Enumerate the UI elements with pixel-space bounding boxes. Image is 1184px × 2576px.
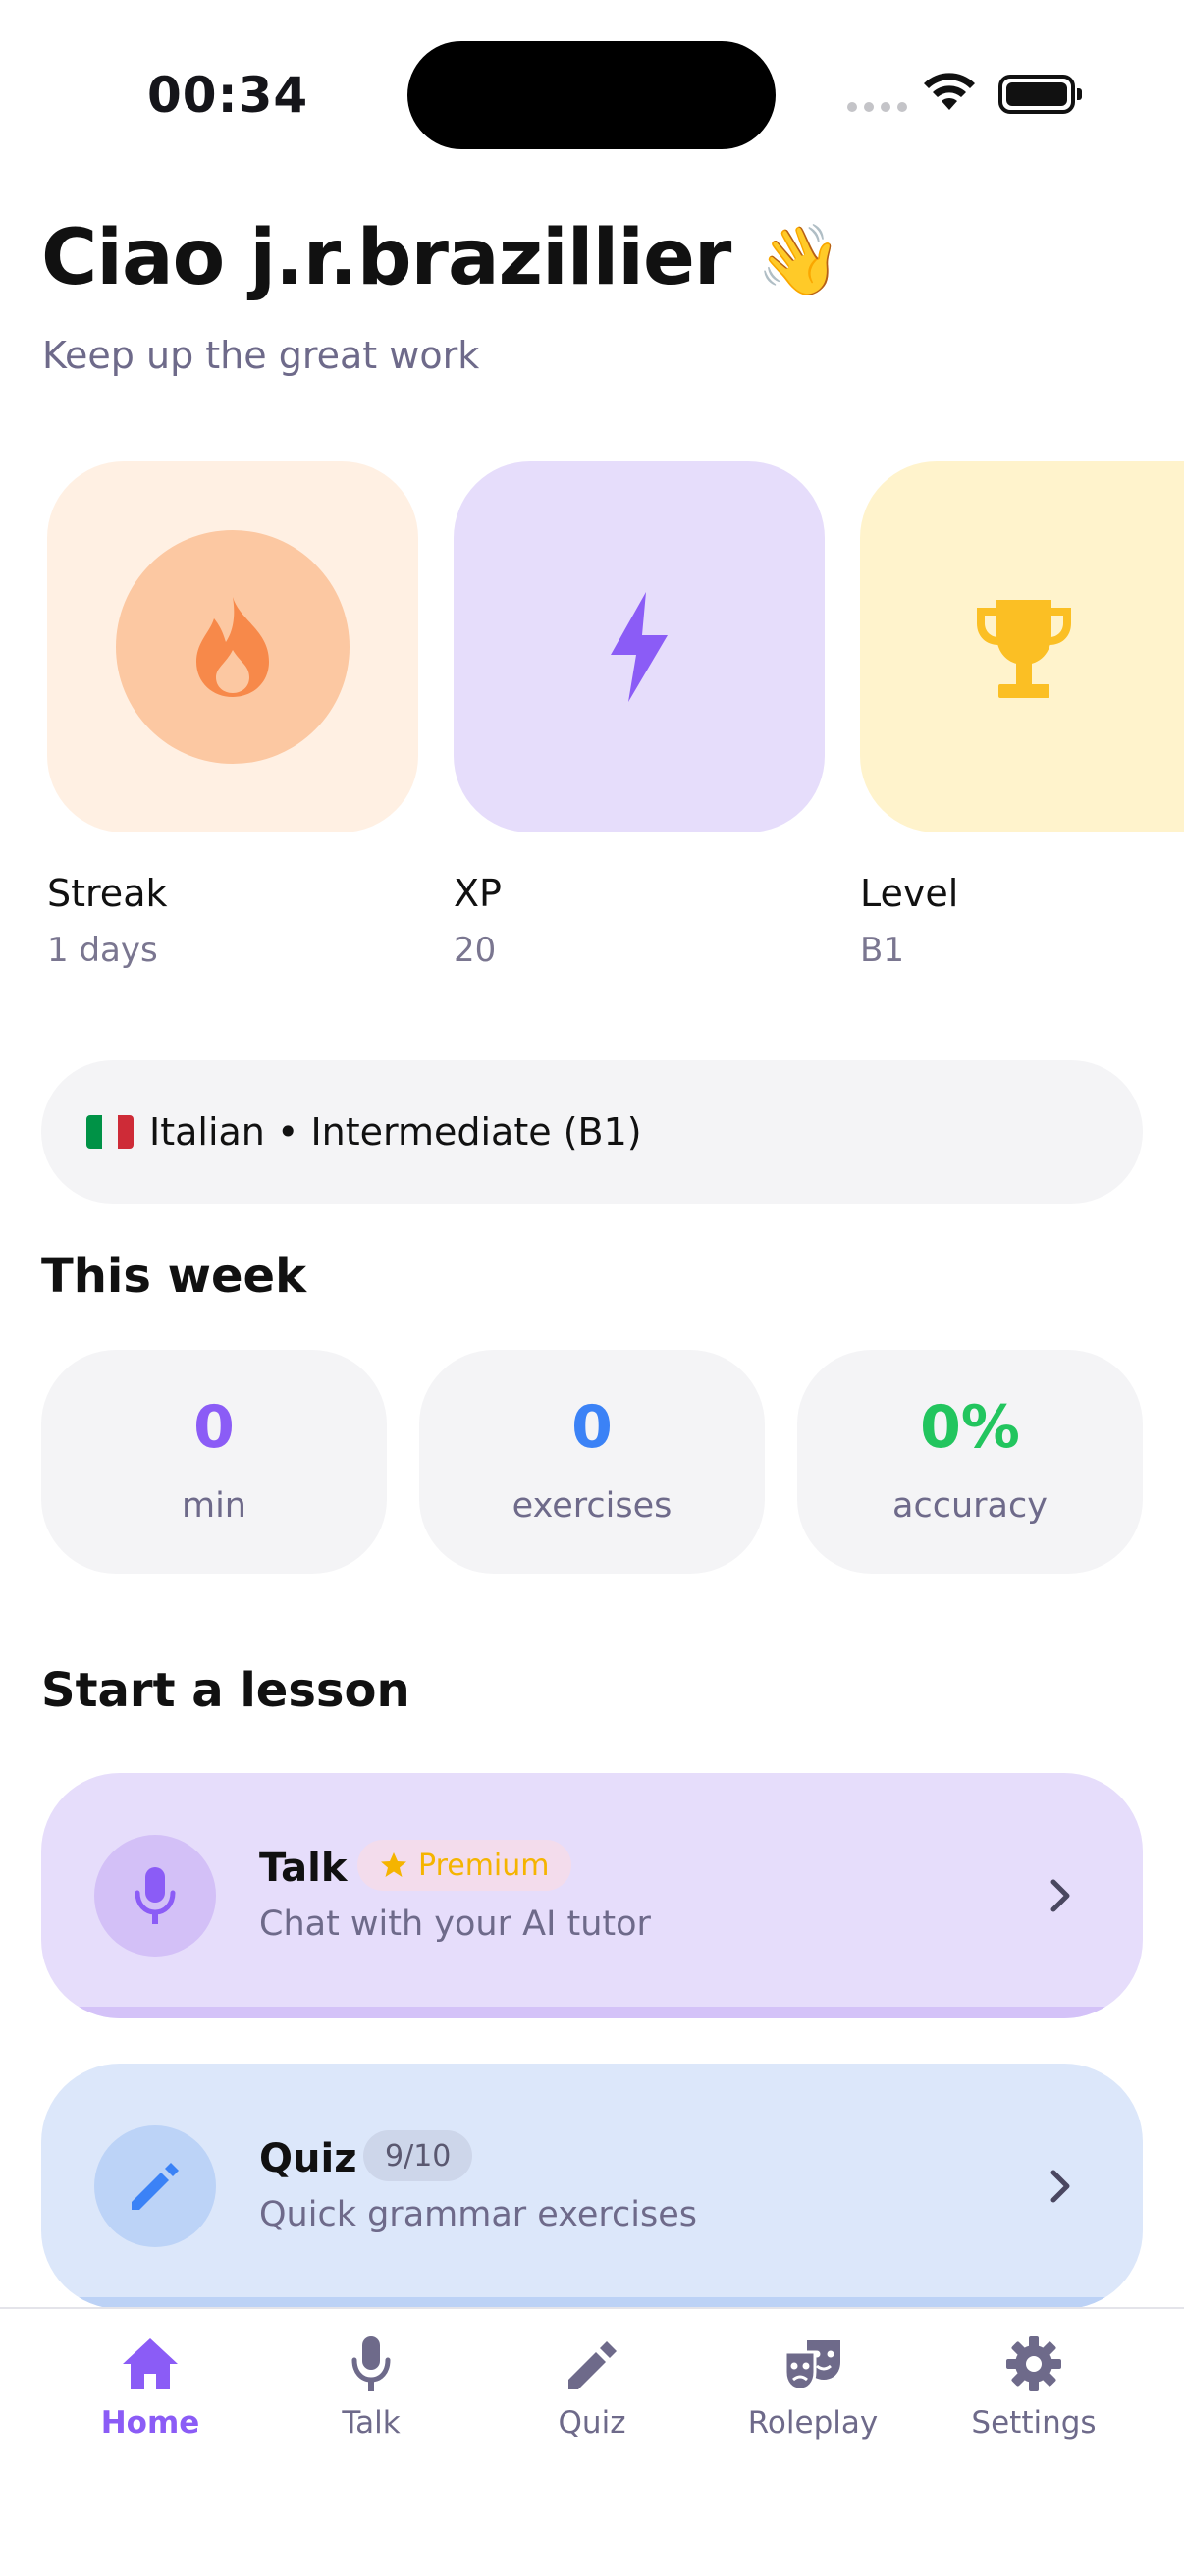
tab-quiz[interactable]: Quiz	[489, 2334, 695, 2441]
greeting-subtitle: Keep up the great work	[42, 334, 480, 377]
talk-lesson-card[interactable]: Talk Premium Chat with your AI tutor	[41, 1773, 1143, 2018]
trophy-icon	[977, 600, 1071, 698]
microphone-icon	[351, 2336, 391, 2391]
flame-icon-circle	[116, 530, 350, 764]
flame-icon	[196, 597, 269, 697]
quiz-lesson-subtitle: Quick grammar exercises	[259, 2195, 697, 2234]
quiz-lesson-title: Quiz	[259, 2136, 357, 2181]
streak-card[interactable]	[47, 461, 418, 832]
week-accuracy-value: 0%	[920, 1393, 1020, 1462]
microphone-icon	[135, 1867, 176, 1924]
card-accent-line	[41, 2007, 1143, 2018]
quiz-progress-badge: 9/10	[363, 2130, 473, 2181]
tab-home-label: Home	[100, 2405, 200, 2441]
status-time: 00:34	[147, 67, 309, 124]
chevron-right-icon	[1050, 2170, 1070, 2203]
week-exercises-label: exercises	[511, 1486, 673, 1526]
xp-label: XP	[454, 872, 502, 915]
masks-icon	[783, 2340, 840, 2391]
quiz-progress-label: 9/10	[385, 2138, 452, 2174]
talk-lesson-title: Talk	[259, 1846, 348, 1891]
level-value: B1	[860, 931, 904, 970]
wifi-icon	[924, 73, 975, 110]
greeting-text: Ciao j.r.brazillier	[41, 214, 731, 302]
streak-value: 1 days	[47, 931, 158, 970]
premium-badge: Premium	[357, 1840, 571, 1891]
week-minutes-card: 0 min	[41, 1350, 387, 1574]
xp-card[interactable]	[454, 461, 825, 832]
talk-lesson-subtitle: Chat with your AI tutor	[259, 1905, 651, 1944]
italy-flag-icon	[86, 1115, 134, 1149]
cellular-signal-icon	[847, 102, 907, 112]
quiz-lesson-card[interactable]: Quiz 9/10 Quick grammar exercises	[41, 2064, 1143, 2309]
week-minutes-value: 0	[193, 1393, 235, 1462]
tab-bar: Home Talk Quiz Roleplay Settings	[0, 2307, 1184, 2576]
tab-talk[interactable]: Talk	[268, 2334, 474, 2441]
tab-talk-label: Talk	[342, 2405, 401, 2441]
premium-badge-label: Premium	[418, 1848, 550, 1883]
gear-icon	[1006, 2336, 1061, 2391]
week-minutes-label: min	[181, 1486, 246, 1526]
star-icon	[381, 1852, 406, 1877]
language-label: Italian • Intermediate (B1)	[149, 1110, 642, 1154]
week-accuracy-card: 0% accuracy	[797, 1350, 1143, 1574]
level-label: Level	[860, 872, 959, 915]
week-exercises-card: 0 exercises	[419, 1350, 765, 1574]
tab-settings-label: Settings	[971, 2405, 1097, 2441]
dynamic-island	[407, 41, 776, 149]
level-card[interactable]	[860, 461, 1184, 832]
week-exercises-value: 0	[571, 1393, 613, 1462]
waving-hand-icon: 👋	[756, 220, 842, 300]
this-week-title: This week	[41, 1249, 307, 1304]
greeting-title: Ciao j.r.brazillier 👋	[41, 214, 842, 302]
tab-quiz-label: Quiz	[558, 2405, 626, 2441]
week-accuracy-label: accuracy	[892, 1486, 1048, 1526]
streak-label: Streak	[47, 872, 168, 915]
tab-settings[interactable]: Settings	[931, 2334, 1137, 2441]
home-icon	[123, 2338, 178, 2389]
battery-icon	[998, 75, 1082, 114]
lightning-icon	[611, 592, 668, 702]
quiz-icon-circle	[94, 2125, 216, 2247]
chevron-right-icon	[1050, 1879, 1070, 1912]
pencil-icon	[132, 2163, 179, 2210]
pencil-icon	[568, 2341, 617, 2389]
language-selector[interactable]: Italian • Intermediate (B1)	[41, 1060, 1143, 1204]
tab-roleplay[interactable]: Roleplay	[710, 2334, 916, 2441]
start-lesson-title: Start a lesson	[41, 1663, 410, 1718]
tab-roleplay-label: Roleplay	[747, 2405, 879, 2441]
talk-icon-circle	[94, 1835, 216, 1957]
tab-home[interactable]: Home	[47, 2334, 253, 2441]
xp-value: 20	[454, 931, 497, 970]
